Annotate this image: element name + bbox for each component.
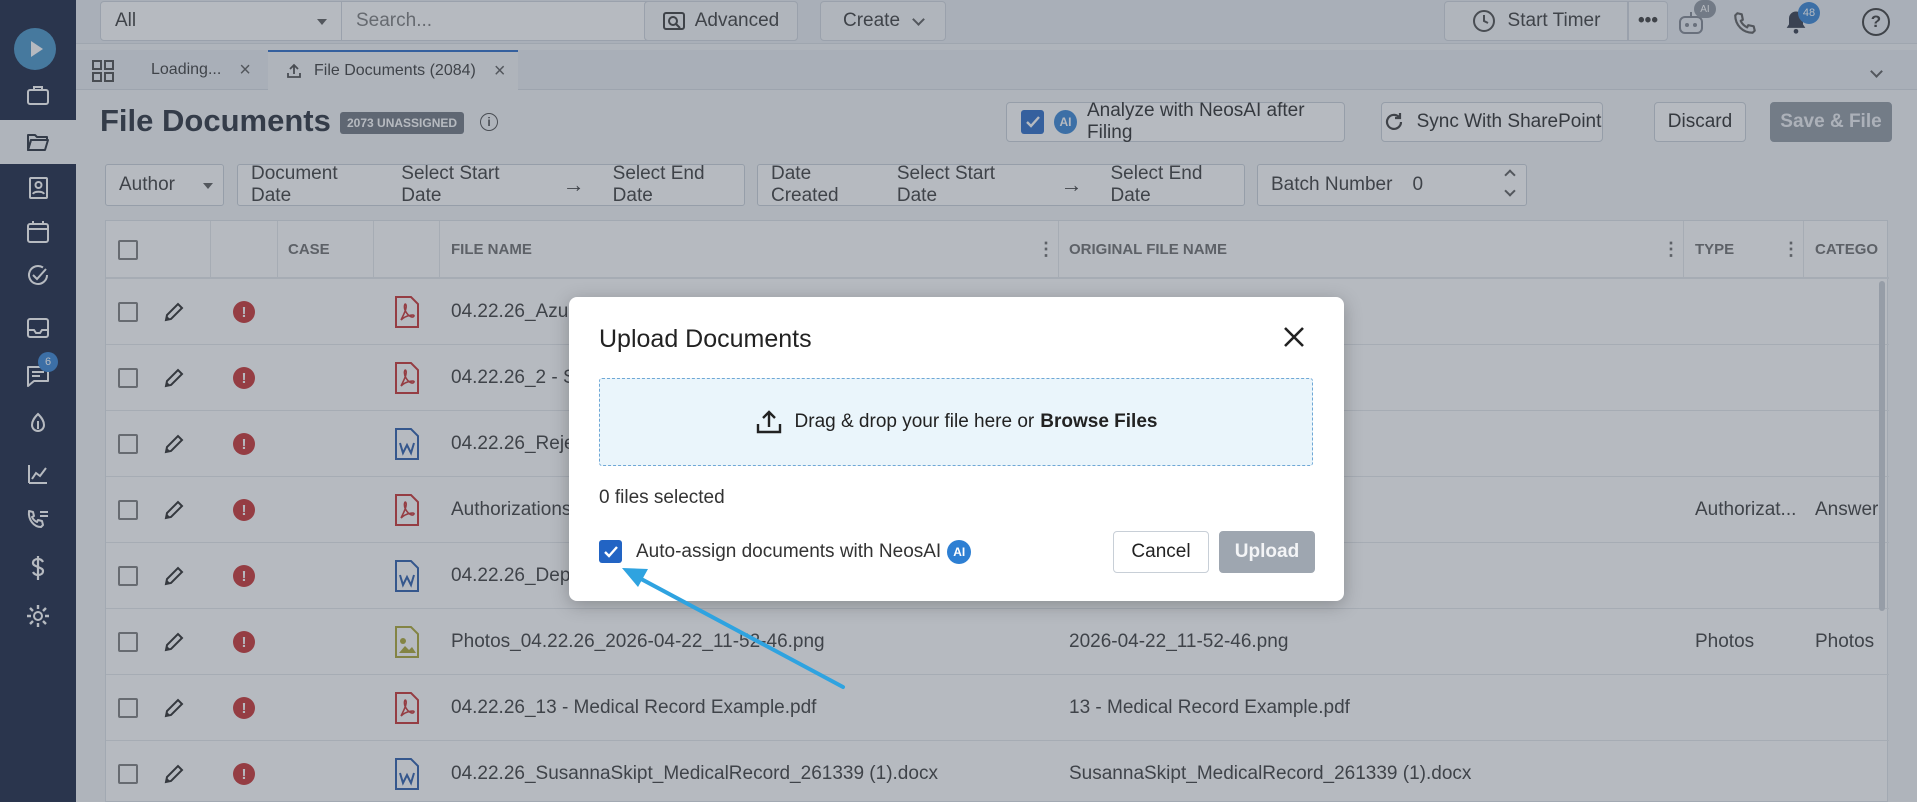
cancel-label: Cancel — [1131, 541, 1191, 562]
drop-text: Drag & drop your file here or — [794, 411, 1035, 432]
close-icon — [1284, 327, 1304, 347]
files-selected-count: 0 files selected — [599, 487, 725, 508]
upload-label: Upload — [1234, 541, 1300, 562]
file-dropzone[interactable]: Drag & drop your file here or Browse Fil… — [599, 378, 1313, 466]
upload-icon — [756, 410, 781, 434]
annotation-arrow — [622, 568, 845, 689]
dialog-title: Upload Documents — [599, 325, 812, 353]
close-button[interactable] — [1282, 325, 1308, 351]
upload-button[interactable]: Upload — [1219, 531, 1315, 573]
cancel-button[interactable]: Cancel — [1113, 531, 1209, 573]
browse-files-link[interactable]: Browse Files — [1040, 411, 1157, 433]
ai-badge: AI — [947, 540, 972, 564]
